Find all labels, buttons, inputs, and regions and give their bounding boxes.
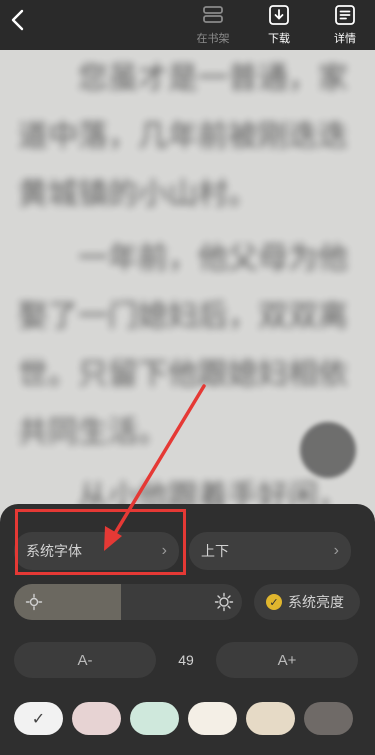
theme-swatch[interactable] — [304, 702, 353, 735]
brightness-low-icon — [25, 593, 43, 611]
download-label: 下载 — [268, 33, 290, 45]
theme-color-row: ✓ — [14, 702, 361, 735]
top-bar: 在书架 下载 详情 — [0, 0, 375, 50]
theme-swatch[interactable] — [188, 702, 237, 735]
details-button[interactable]: 详情 — [321, 2, 369, 48]
theme-swatch[interactable] — [72, 702, 121, 735]
system-brightness-toggle[interactable]: ✓ 系统亮度 — [254, 584, 360, 620]
add-to-shelf-button[interactable]: 在书架 — [189, 2, 237, 48]
font-decrease-button[interactable]: A- — [14, 642, 156, 678]
floating-action-button[interactable] — [300, 422, 356, 478]
brightness-high-icon — [214, 592, 234, 612]
details-icon — [333, 4, 357, 26]
theme-swatch[interactable] — [130, 702, 179, 735]
chevron-left-icon — [11, 9, 24, 31]
font-size-value: 49 — [178, 652, 194, 668]
details-label: 详情 — [334, 33, 356, 45]
highlight-box — [15, 509, 186, 575]
theme-swatch[interactable]: ✓ — [14, 702, 63, 735]
add-to-shelf-label: 在书架 — [196, 33, 230, 45]
check-icon: ✓ — [31, 710, 46, 728]
bookshelf-icon — [201, 4, 225, 26]
font-increase-button[interactable]: A+ — [216, 642, 358, 678]
page-flip-mode-label: 上下 — [200, 543, 229, 559]
back-button[interactable] — [6, 8, 30, 32]
brightness-slider[interactable] — [14, 584, 242, 620]
reading-paragraph: 一年前，他父母为他娶了一门媳妇后，双双离世。只留下他跟媳妇相依共同生活。 — [18, 241, 348, 450]
system-brightness-label: 系统亮度 — [288, 594, 344, 610]
download-button[interactable]: 下载 — [255, 2, 303, 48]
theme-swatch[interactable] — [246, 702, 295, 735]
page-flip-mode-button[interactable]: 上下 › — [188, 532, 351, 570]
reading-paragraph: 您虽才是一普通，家道中落，几年前被刚迭迭黄城镇的小山村。 — [18, 61, 348, 212]
download-icon — [267, 4, 291, 26]
check-icon: ✓ — [266, 594, 282, 610]
chevron-right-icon: › — [333, 542, 339, 559]
